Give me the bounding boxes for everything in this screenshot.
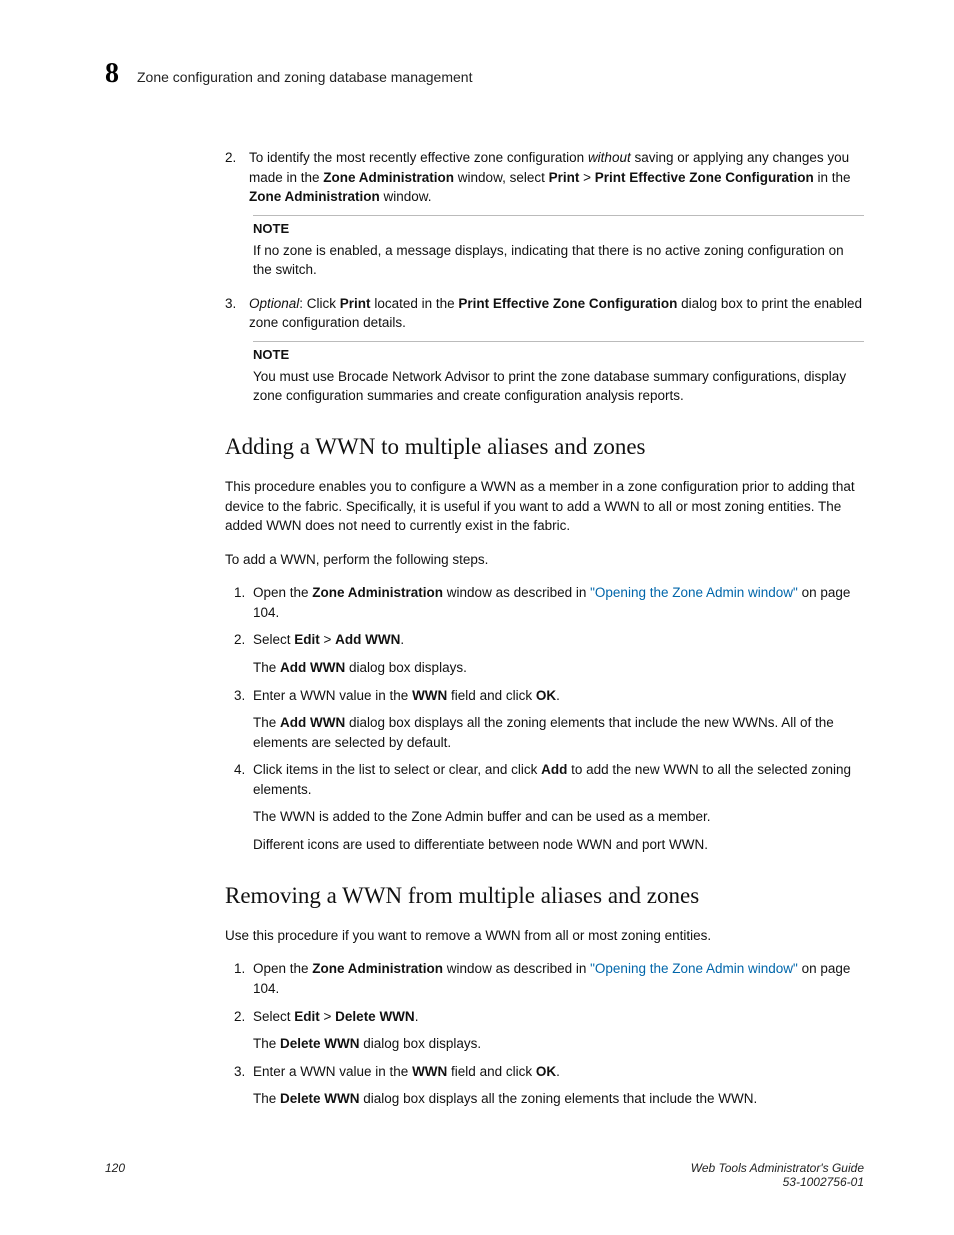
step-item: 3.Optional: Click Print located in the P… xyxy=(225,294,864,333)
note-block: NOTEYou must use Brocade Network Advisor… xyxy=(253,341,864,406)
step-followup: The Delete WWN dialog box displays all t… xyxy=(253,1089,864,1109)
note-head: NOTE xyxy=(253,215,864,239)
running-head: Zone configuration and zoning database m… xyxy=(137,69,472,85)
step-followup: The Add WWN dialog box displays all the … xyxy=(253,713,864,752)
top-steps: 2.To identify the most recently effectiv… xyxy=(225,148,864,406)
page-header: 8 Zone configuration and zoning database… xyxy=(105,60,864,88)
step-item: 2.To identify the most recently effectiv… xyxy=(225,148,864,207)
adding-intro: This procedure enables you to configure … xyxy=(225,477,864,536)
step-body: To identify the most recently effective … xyxy=(249,148,864,207)
step-item: Select Edit > Delete WWN.The Delete WWN … xyxy=(249,1007,864,1054)
removing-intro: Use this procedure if you want to remove… xyxy=(225,926,864,946)
adding-intro2: To add a WWN, perform the following step… xyxy=(225,550,864,570)
removing-steps: Open the Zone Administration window as d… xyxy=(225,959,864,1108)
main-content: 2.To identify the most recently effectiv… xyxy=(225,148,864,1127)
step-followup: The Delete WWN dialog box displays. xyxy=(253,1034,864,1054)
cross-ref-link[interactable]: "Opening the Zone Admin window" xyxy=(590,961,798,976)
step-item: Open the Zone Administration window as d… xyxy=(249,583,864,622)
step-followup: The Add WWN dialog box displays. xyxy=(253,658,864,678)
step-number: 3. xyxy=(225,294,249,333)
book-title: Web Tools Administrator's Guide xyxy=(691,1161,864,1175)
page-number: 120 xyxy=(105,1161,125,1189)
step-followup: The WWN is added to the Zone Admin buffe… xyxy=(253,807,864,827)
step-followup: Different icons are used to differentiat… xyxy=(253,835,864,855)
note-body: If no zone is enabled, a message display… xyxy=(253,241,864,280)
doc-number: 53-1002756-01 xyxy=(691,1175,864,1189)
page: 8 Zone configuration and zoning database… xyxy=(0,0,954,1235)
footer-right: Web Tools Administrator's Guide 53-10027… xyxy=(691,1161,864,1189)
step-item: Enter a WWN value in the WWN field and c… xyxy=(249,686,864,753)
step-item: Open the Zone Administration window as d… xyxy=(249,959,864,998)
step-body: Optional: Click Print located in the Pri… xyxy=(249,294,864,333)
page-footer: 120 Web Tools Administrator's Guide 53-1… xyxy=(105,1161,864,1189)
note-block: NOTEIf no zone is enabled, a message dis… xyxy=(253,215,864,280)
note-body: You must use Brocade Network Advisor to … xyxy=(253,367,864,406)
cross-ref-link[interactable]: "Opening the Zone Admin window" xyxy=(590,585,798,600)
adding-steps: Open the Zone Administration window as d… xyxy=(225,583,864,854)
heading-removing: Removing a WWN from multiple aliases and… xyxy=(225,879,864,912)
chapter-number: 8 xyxy=(105,60,119,88)
step-item: Click items in the list to select or cle… xyxy=(249,760,864,854)
heading-adding: Adding a WWN to multiple aliases and zon… xyxy=(225,430,864,463)
step-item: Select Edit > Add WWN.The Add WWN dialog… xyxy=(249,630,864,677)
step-item: Enter a WWN value in the WWN field and c… xyxy=(249,1062,864,1109)
note-head: NOTE xyxy=(253,341,864,365)
step-number: 2. xyxy=(225,148,249,207)
